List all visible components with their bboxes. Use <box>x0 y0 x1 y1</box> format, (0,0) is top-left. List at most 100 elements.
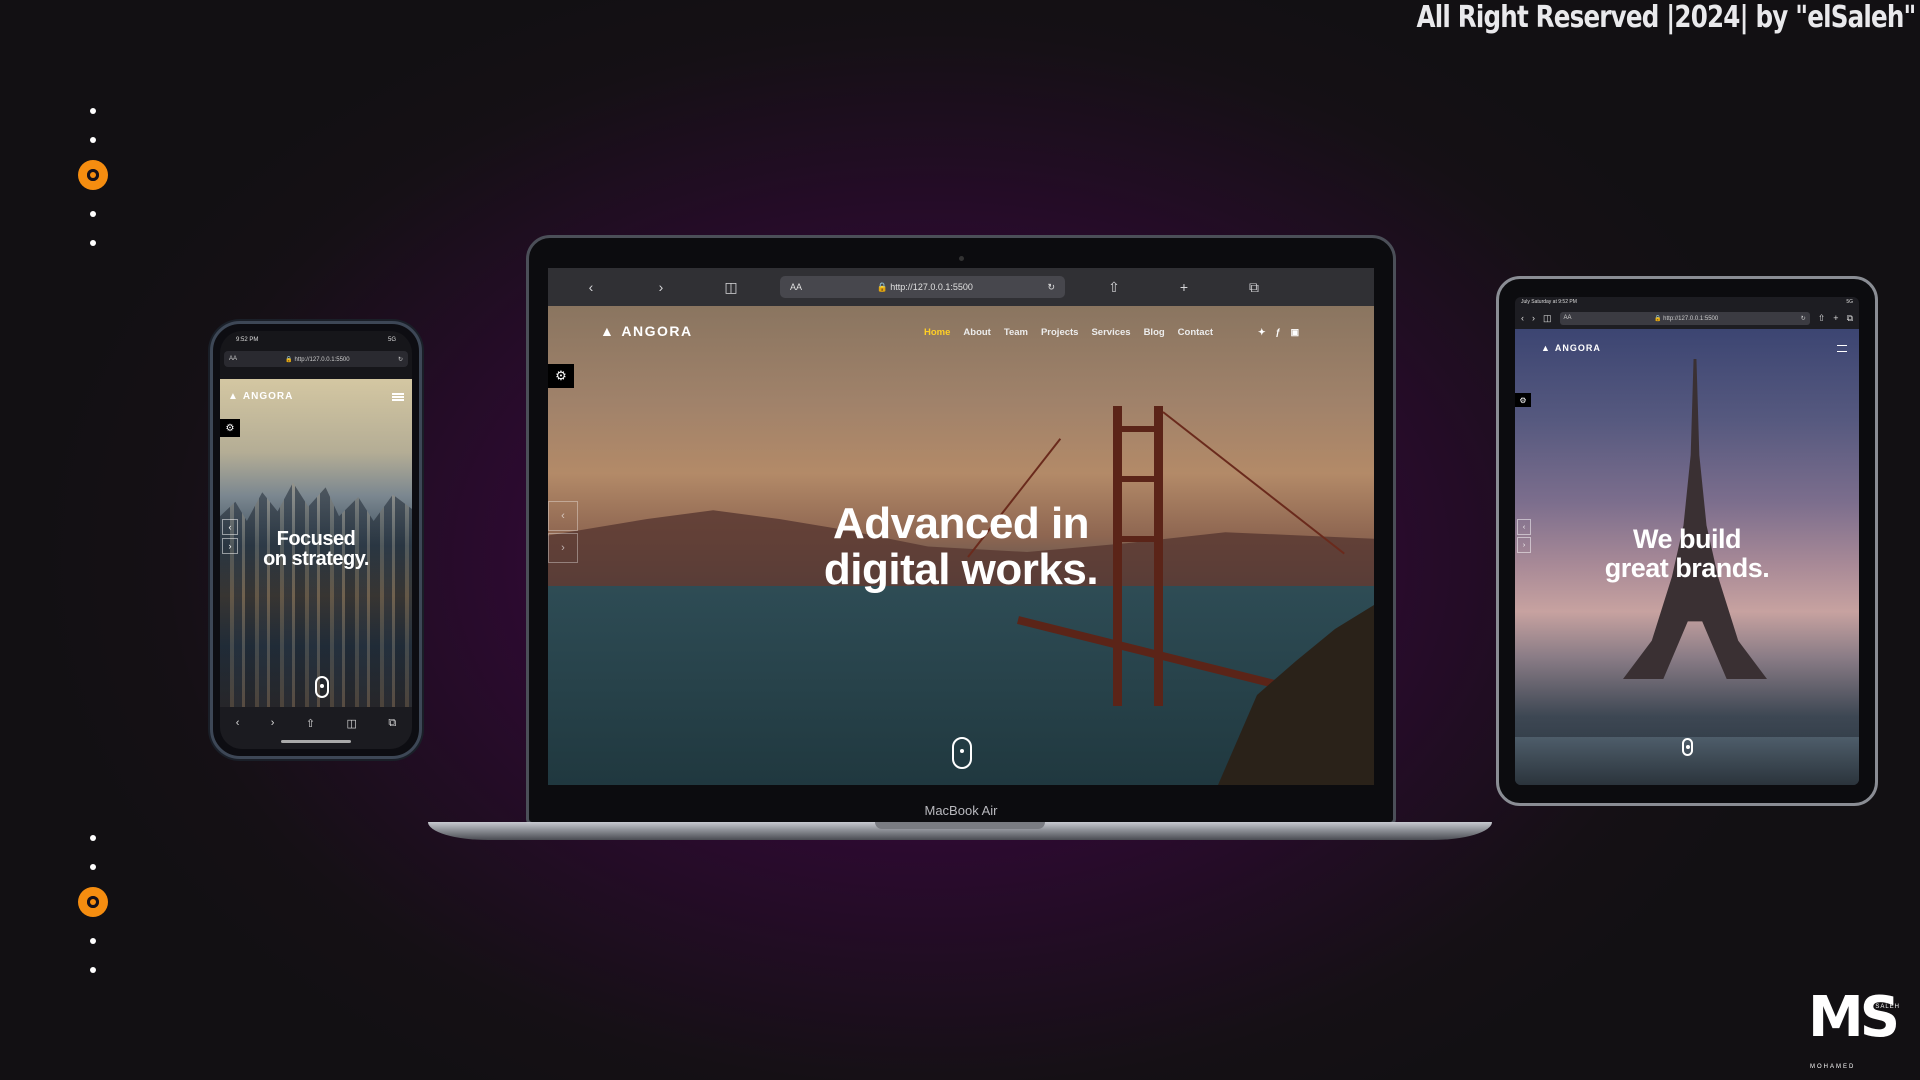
scroll-mouse-icon[interactable] <box>1682 738 1693 756</box>
phone-status-time: 9:52 PM <box>236 337 259 343</box>
instagram-icon[interactable]: ▣ <box>1291 327 1300 338</box>
pager-dot[interactable] <box>90 938 96 944</box>
phone-hero: ▲ ANGORA ⚙ ‹ › Focused on strategy. <box>220 379 412 713</box>
pager-dot[interactable] <box>90 240 96 246</box>
hamburger-menu-icon[interactable] <box>392 393 404 401</box>
phone-status-network: 5G <box>387 337 396 343</box>
tablet-status-network: 5G <box>1846 299 1853 305</box>
eiffel-tower-image <box>1623 359 1767 679</box>
pager-top <box>78 108 108 269</box>
url-text: 🔒 http://127.0.0.1:5500 <box>876 281 973 292</box>
ms-top-word: SALEH <box>1875 1004 1900 1010</box>
bookmarks-book-icon[interactable]: ◫ <box>696 279 766 296</box>
tablet-screen: July Saturday at 9:52 PM 5G ‹ › ◫ AA 🔒 h… <box>1515 297 1859 785</box>
reload-icon[interactable]: ↻ <box>1047 282 1055 293</box>
tablet-mockup: July Saturday at 9:52 PM 5G ‹ › ◫ AA 🔒 h… <box>1496 276 1878 806</box>
aa-button[interactable]: AA <box>790 282 802 292</box>
pager-dot[interactable] <box>90 864 96 870</box>
laptop-mockup: ‹ › ◫ AA 🔒 http://127.0.0.1:5500 ↻ ⇧ + ⧉ <box>526 235 1396 825</box>
nav-item-projects[interactable]: Projects <box>1041 327 1079 338</box>
tablet-toolbar: ‹ › ◫ AA 🔒 http://127.0.0.1:5500 ↻ ⇧ + ⧉ <box>1515 307 1859 329</box>
phone-aa-button[interactable]: AA <box>229 356 237 362</box>
phone-screen: 9:52 PM 5G AA 🔒 http://127.0.0.1:5500 ↻ … <box>220 331 412 749</box>
chevron-right-icon[interactable]: › <box>271 717 275 729</box>
tabs-overview-icon[interactable]: ⧉ <box>1847 313 1853 324</box>
nav-item-team[interactable]: Team <box>1004 327 1028 338</box>
twitter-icon[interactable]: ✦ <box>1258 327 1266 338</box>
phone-mockup: 9:52 PM 5G AA 🔒 http://127.0.0.1:5500 ↻ … <box>210 321 422 759</box>
share-icon[interactable]: ⇧ <box>306 717 315 730</box>
phone-status-bar: 9:52 PM 5G <box>220 331 412 349</box>
laptop-brand-logo[interactable]: ▲ ANGORA <box>600 323 693 339</box>
tablet-hero: ▲ ANGORA ⚙ ‹ › We build great brands. <box>1515 329 1859 785</box>
browser-toolbar: ‹ › ◫ AA 🔒 http://127.0.0.1:5500 ↻ ⇧ + ⧉ <box>548 268 1374 306</box>
facebook-icon[interactable]: ƒ <box>1276 327 1281 338</box>
reload-icon[interactable]: ↻ <box>1801 315 1806 322</box>
ms-bottom-word: MOHAMED <box>1810 1064 1856 1070</box>
back-chevron-icon[interactable]: ‹ <box>556 279 626 295</box>
laptop-notch <box>875 822 1045 829</box>
scroll-mouse-icon[interactable] <box>315 676 329 698</box>
reload-icon[interactable]: ↻ <box>398 356 403 363</box>
pager-dot-active[interactable] <box>78 160 108 190</box>
scroll-mouse-icon[interactable] <box>952 737 972 769</box>
tablet-status-date: July Saturday at 9:52 PM <box>1521 299 1577 305</box>
tabs-overview-icon[interactable]: ⧉ <box>1219 279 1289 296</box>
laptop-hero-title: Advanced in digital works. <box>823 499 1099 594</box>
book-icon[interactable]: ◫ <box>347 717 357 730</box>
nav-item-about[interactable]: About <box>963 327 990 338</box>
pager-bottom <box>78 835 108 996</box>
city-skyline-image <box>220 482 412 713</box>
home-indicator <box>281 740 351 743</box>
forward-chevron-icon[interactable]: › <box>626 279 696 295</box>
laptop-base <box>428 822 1492 840</box>
phone-hero-title: Focused on strategy. <box>263 528 369 570</box>
hamburger-menu-icon[interactable] <box>1837 345 1847 352</box>
settings-gear-icon[interactable]: ⚙ <box>1515 393 1531 407</box>
tablet-brand-logo[interactable]: ▲ ANGORA <box>1541 343 1601 353</box>
aa-button[interactable]: AA <box>1564 315 1572 321</box>
new-tab-plus-icon[interactable]: + <box>1149 279 1219 295</box>
settings-gear-icon[interactable]: ⚙ <box>548 364 574 388</box>
bookmarks-book-icon[interactable]: ◫ <box>1543 313 1552 324</box>
pager-dot[interactable] <box>90 967 96 973</box>
nav-item-home[interactable]: Home <box>924 327 950 338</box>
pager-dot[interactable] <box>90 108 96 114</box>
chevron-left-icon[interactable]: ‹ <box>236 717 240 729</box>
pager-dot[interactable] <box>90 137 96 143</box>
new-tab-plus-icon[interactable]: + <box>1833 313 1838 323</box>
pager-dot[interactable] <box>90 835 96 841</box>
ms-letters: MS <box>1808 985 1900 1050</box>
social-links: ✦ ƒ ▣ <box>1258 327 1299 338</box>
tablet-address-bar[interactable]: AA 🔒 http://127.0.0.1:5500 ↻ <box>1559 311 1810 325</box>
brand-mark-icon: ▲ <box>1541 343 1551 353</box>
brand-mark-icon: ▲ <box>228 391 239 402</box>
site-nav: Home About Team Projects Services Blog C… <box>924 327 1213 338</box>
settings-gear-icon[interactable]: ⚙ <box>220 419 240 437</box>
nav-item-blog[interactable]: Blog <box>1144 327 1165 338</box>
share-icon[interactable]: ⇧ <box>1818 313 1826 324</box>
pager-dot-active[interactable] <box>78 887 108 917</box>
browser-address-bar[interactable]: AA 🔒 http://127.0.0.1:5500 ↻ <box>780 276 1065 298</box>
macbook-model-label: MacBook Air <box>924 803 998 818</box>
camera-dot <box>959 256 964 261</box>
share-icon[interactable]: ⇧ <box>1079 279 1149 296</box>
tablet-hero-title: We build great brands. <box>1604 524 1770 583</box>
copyright-credit: All Right Reserved |2024| by "elSaleh" <box>1416 0 1917 35</box>
phone-address-bar[interactable]: AA 🔒 http://127.0.0.1:5500 ↻ <box>224 351 408 367</box>
tablet-status-bar: July Saturday at 9:52 PM 5G <box>1515 297 1859 307</box>
tablet-brand-name: ANGORA <box>1554 343 1601 353</box>
nav-item-services[interactable]: Services <box>1091 327 1130 338</box>
pager-dot[interactable] <box>90 211 96 217</box>
tablet-url-text: 🔒 http://127.0.0.1:5500 <box>1654 315 1719 322</box>
phone-url-text: 🔒 http://127.0.0.1:5500 <box>285 356 350 363</box>
tabs-icon[interactable]: ⧉ <box>388 717 396 730</box>
laptop-screen: ‹ › ◫ AA 🔒 http://127.0.0.1:5500 ↻ ⇧ + ⧉ <box>548 268 1374 785</box>
forward-chevron-icon[interactable]: › <box>1532 313 1535 323</box>
nav-item-contact[interactable]: Contact <box>1178 327 1213 338</box>
back-chevron-icon[interactable]: ‹ <box>1521 313 1524 323</box>
laptop-hero: ▲ ANGORA Home About Team Projects Servic… <box>548 306 1374 785</box>
laptop-brand-name: ANGORA <box>621 323 693 339</box>
phone-brand-logo[interactable]: ▲ ANGORA <box>228 391 293 402</box>
ms-signature-logo: MS SALEH MOHAMED <box>1808 988 1904 1072</box>
